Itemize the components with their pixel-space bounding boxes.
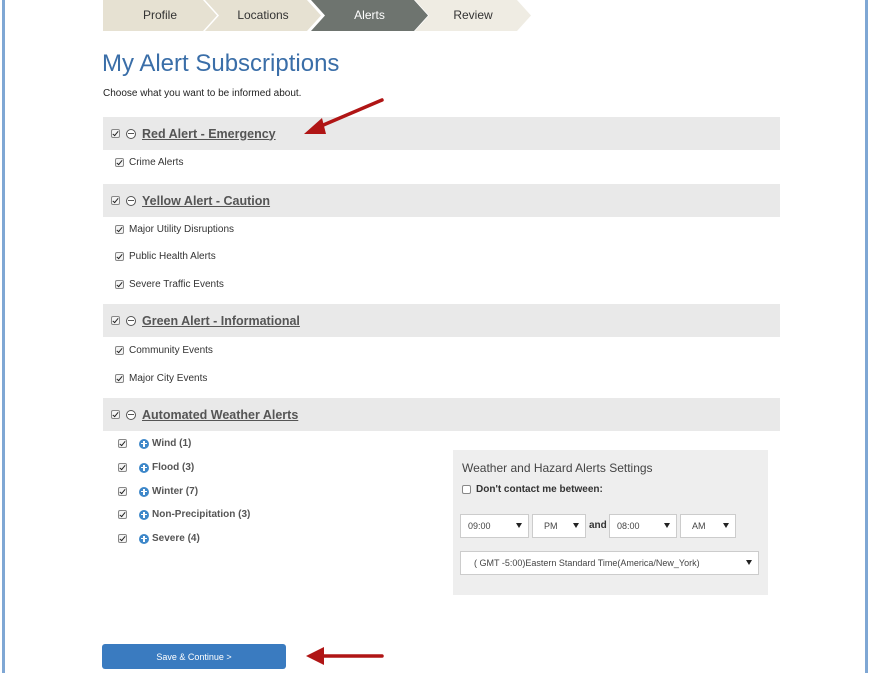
expand-icon[interactable] [139,509,149,520]
collapse-icon[interactable] [126,195,136,206]
item-label: Severe (4) [152,533,200,544]
weather-settings-panel: Weather and Hazard Alerts Settings Don't… [453,450,768,595]
major-utility-checkbox[interactable] [115,225,124,234]
start-time-select[interactable]: 09:00 [460,514,529,538]
weather-item-wind[interactable]: Wind (1) [118,438,191,449]
item-label: Winter (7) [152,486,199,497]
expand-icon[interactable] [139,462,149,473]
item-label: Major City Events [129,373,208,384]
collapse-icon[interactable] [126,128,136,139]
end-time-select[interactable]: 08:00 [609,514,677,538]
annotation-arrow-icon [304,98,384,134]
and-label: and [589,520,607,531]
expand-icon[interactable] [139,438,149,449]
chevron-down-icon [573,523,579,528]
chevron-down-icon [664,523,670,528]
dont-contact-label: Don't contact me between: [476,484,603,495]
item-label: Major Utility Disruptions [129,224,235,235]
item-label: Crime Alerts [129,157,184,168]
wizard-steps: Profile Locations Alerts Review [103,0,543,31]
item-label: Non-Precipitation (3) [152,509,251,520]
section-header-green-alert: Green Alert - Informational [103,304,780,337]
weather-alerts-checkbox[interactable] [111,410,120,419]
start-period-select[interactable]: PM [532,514,586,538]
annotation-arrow-icon [306,647,384,665]
item-label: Public Health Alerts [129,251,216,262]
item-label: Wind (1) [152,438,192,449]
wind-checkbox[interactable] [118,439,127,448]
public-health-checkbox[interactable] [115,252,124,261]
chevron-down-icon [746,560,752,565]
non-precipitation-checkbox[interactable] [118,510,127,519]
community-events-checkbox[interactable] [115,346,124,355]
flood-checkbox[interactable] [118,463,127,472]
item-label: Severe Traffic Events [129,279,224,290]
collapse-icon[interactable] [126,409,136,420]
list-item[interactable]: Severe Traffic Events [115,279,224,290]
list-item[interactable]: Community Events [115,345,213,356]
end-period-value: AM [692,521,706,531]
timezone-value: ( GMT -5:00)Eastern Standard Time(Americ… [474,558,700,568]
section-header-weather-alerts: Automated Weather Alerts [103,398,780,431]
timezone-select[interactable]: ( GMT -5:00)Eastern Standard Time(Americ… [460,551,759,575]
item-label: Flood (3) [152,462,195,473]
yellow-alert-title[interactable]: Yellow Alert - Caution [142,194,270,208]
red-alert-checkbox[interactable] [111,129,120,138]
save-continue-button[interactable]: Save & Continue > [102,644,286,669]
yellow-alert-checkbox[interactable] [111,196,120,205]
severe-checkbox[interactable] [118,534,127,543]
list-item[interactable]: Major Utility Disruptions [115,224,234,235]
step-alerts[interactable]: Alerts [311,0,428,31]
page-subtitle: Choose what you want to be informed abou… [103,88,302,99]
chevron-down-icon [723,523,729,528]
section-header-red-alert: Red Alert - Emergency [103,117,780,150]
green-alert-title[interactable]: Green Alert - Informational [142,314,300,328]
severe-traffic-checkbox[interactable] [115,280,124,289]
step-profile[interactable]: Profile [103,0,217,31]
collapse-icon[interactable] [126,315,136,326]
item-label: Community Events [129,345,213,356]
winter-checkbox[interactable] [118,487,127,496]
major-city-events-checkbox[interactable] [115,374,124,383]
weather-item-flood[interactable]: Flood (3) [118,462,194,473]
list-item[interactable]: Major City Events [115,373,207,384]
settings-title: Weather and Hazard Alerts Settings [462,461,653,475]
expand-icon[interactable] [139,486,149,497]
end-period-select[interactable]: AM [680,514,736,538]
step-locations[interactable]: Locations [205,0,321,31]
expand-icon[interactable] [139,533,149,544]
weather-alerts-title[interactable]: Automated Weather Alerts [142,408,298,422]
green-alert-checkbox[interactable] [111,316,120,325]
section-header-yellow-alert: Yellow Alert - Caution [103,184,780,217]
start-period-value: PM [544,521,558,531]
list-item[interactable]: Public Health Alerts [115,251,216,262]
chevron-down-icon [516,523,522,528]
dont-contact-option[interactable]: Don't contact me between: [462,484,603,495]
crime-alerts-checkbox[interactable] [115,158,124,167]
red-alert-title[interactable]: Red Alert - Emergency [142,127,276,141]
dont-contact-checkbox[interactable] [462,485,471,494]
list-item[interactable]: Crime Alerts [115,157,183,168]
start-time-value: 09:00 [468,521,491,531]
weather-item-severe[interactable]: Severe (4) [118,533,200,544]
end-time-value: 08:00 [617,521,640,531]
step-review[interactable]: Review [415,0,531,31]
weather-item-non-precipitation[interactable]: Non-Precipitation (3) [118,509,250,520]
weather-item-winter[interactable]: Winter (7) [118,486,198,497]
page-title: My Alert Subscriptions [102,50,340,77]
